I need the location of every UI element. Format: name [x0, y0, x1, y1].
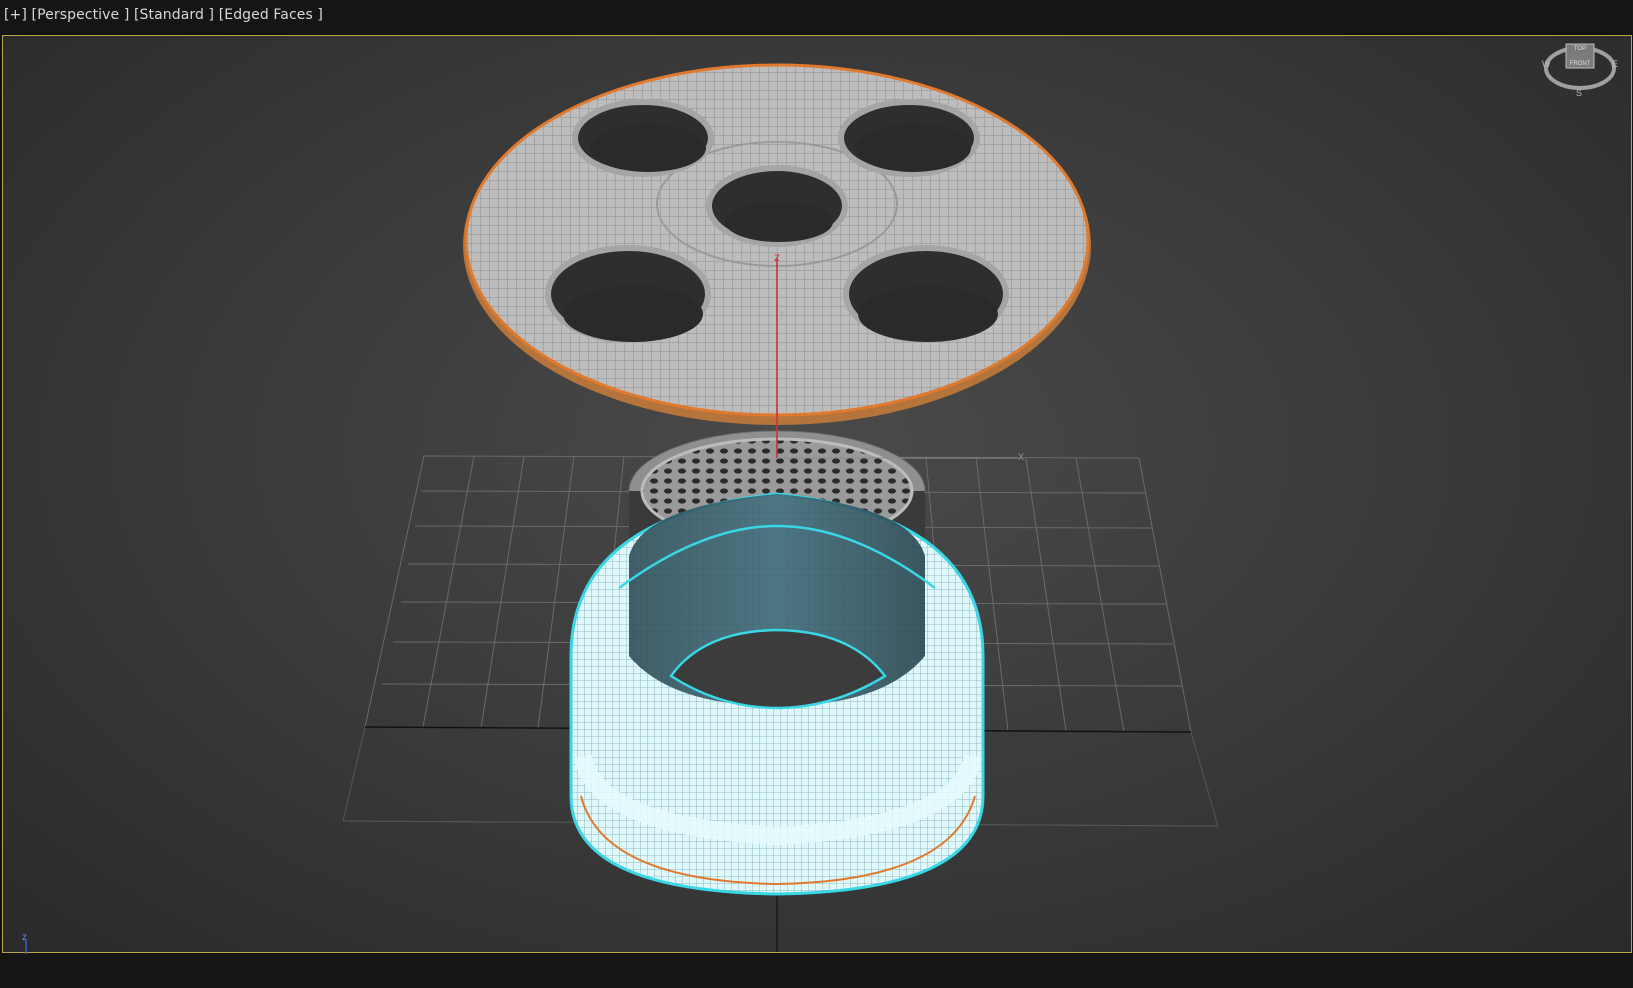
viewcube-top-label: TOP — [1574, 46, 1586, 52]
viewcube-icon[interactable]: TOP FRONT W E S — [1540, 38, 1620, 100]
view-type-menu[interactable]: [Perspective ] — [32, 7, 130, 23]
shading-mode-menu[interactable]: [Standard ] — [134, 7, 214, 23]
gizmo-z-label: z — [774, 250, 780, 264]
tripod-z-label: z — [22, 932, 27, 943]
display-mode-menu[interactable]: [Edged Faces ] — [219, 7, 323, 23]
gizmo-y-label: y — [779, 306, 785, 320]
viewcube-east-label: E — [1612, 59, 1618, 69]
viewcube-south-label: S — [1576, 88, 1582, 98]
viewcube[interactable]: TOP FRONT W E S — [1540, 38, 1620, 100]
viewport-label: [+] [Perspective ] [Standard ] [Edged Fa… — [4, 7, 323, 23]
viewcube-west-label: W — [1542, 59, 1551, 69]
selected-base-mesh — [569, 492, 985, 896]
viewport-footer-bar — [0, 954, 1633, 988]
viewport-menu-button[interactable]: [+] — [4, 7, 27, 23]
scene-canvas[interactable]: z y x — [3, 36, 1632, 953]
viewcube-front-label: FRONT — [1570, 61, 1591, 67]
perspective-viewport[interactable]: z y x — [2, 35, 1632, 953]
viewport-header-bar: [+] [Perspective ] [Standard ] [Edged Fa… — [0, 0, 1633, 34]
gizmo-x-label: x — [1018, 449, 1024, 463]
